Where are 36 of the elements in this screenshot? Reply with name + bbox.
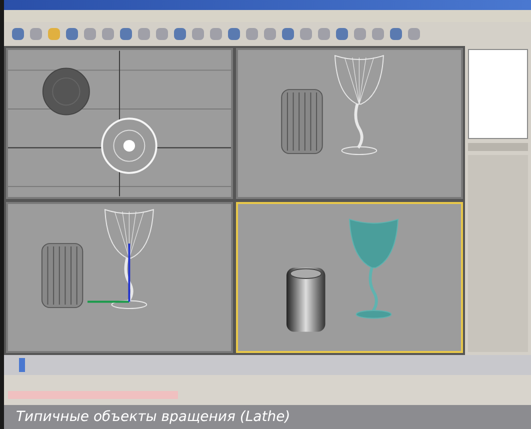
rollout-header	[468, 143, 528, 151]
can-top-drawing	[42, 68, 90, 116]
axis-gizmo-icon	[88, 244, 130, 303]
toolbar-icon[interactable]	[372, 28, 384, 40]
can-wireframe-drawing	[41, 243, 84, 308]
toolbar-icon[interactable]	[66, 28, 78, 40]
toolbar-icon[interactable]	[282, 28, 294, 40]
time-slider[interactable]	[18, 358, 25, 372]
can-wireframe-drawing	[281, 89, 323, 154]
toolbar-icon[interactable]	[174, 28, 186, 40]
toolbar-icon[interactable]	[228, 28, 240, 40]
viewport[interactable]	[236, 202, 463, 353]
toolbar-icon[interactable]	[408, 28, 420, 40]
toolbar-icon[interactable]	[84, 28, 96, 40]
goblet-top-drawing	[101, 118, 158, 174]
toolbar-icon[interactable]	[138, 28, 150, 40]
toolbar-icon[interactable]	[120, 28, 132, 40]
toolbar-icon[interactable]	[30, 28, 42, 40]
can-drawing	[286, 268, 326, 332]
toolbar-icon[interactable]	[12, 28, 24, 40]
toolbar-icon[interactable]	[156, 28, 168, 40]
toolbar-icon[interactable]	[102, 28, 114, 40]
toolbar-icon[interactable]	[300, 28, 312, 40]
caption: Типичные объекты вращения (Lathe)	[16, 408, 290, 426]
toolbar-icon[interactable]	[210, 28, 222, 40]
viewport[interactable]	[6, 48, 233, 199]
toolbar-icon[interactable]	[390, 28, 402, 40]
toolbar-icon[interactable]	[192, 28, 204, 40]
toolbar-icon[interactable]	[264, 28, 276, 40]
toolbar-icon[interactable]	[318, 28, 330, 40]
toolbar-icon[interactable]	[354, 28, 366, 40]
viewport[interactable]	[6, 202, 233, 353]
toolbar-icon[interactable]	[336, 28, 348, 40]
toolbar-icon[interactable]	[48, 28, 60, 40]
toolbar-icon[interactable]	[246, 28, 258, 40]
viewport[interactable]	[236, 48, 463, 199]
